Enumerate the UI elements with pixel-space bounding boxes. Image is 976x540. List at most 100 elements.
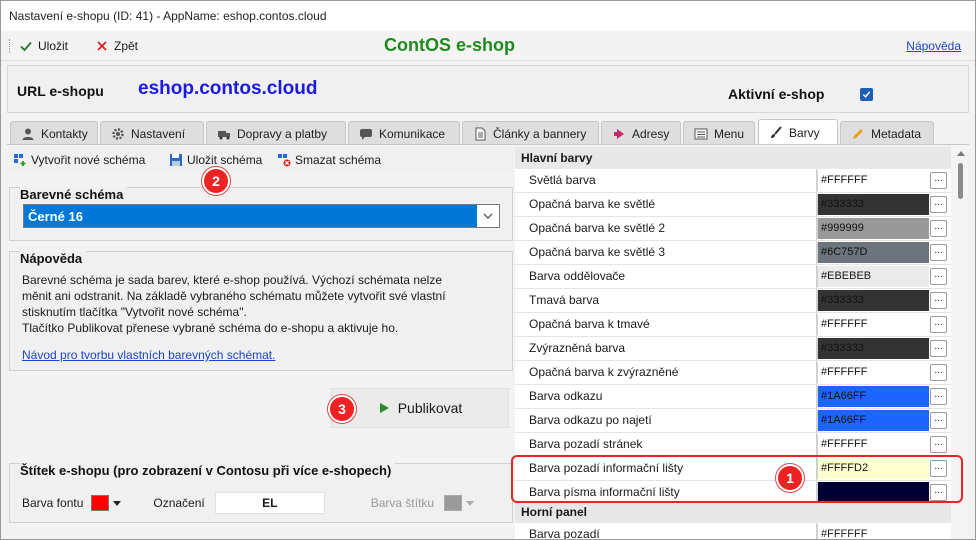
app-title: ContOS e-shop (384, 35, 515, 55)
save-scheme-button[interactable]: Uložit schéma (169, 152, 262, 168)
grid-row-value[interactable]: #333333 (817, 338, 929, 359)
publish-button[interactable]: Publikovat (331, 388, 509, 428)
tag-color-swatch (444, 495, 463, 511)
tab-adresy[interactable]: Adresy (601, 121, 681, 145)
grid-category-main: Hlavní barvy (515, 147, 951, 169)
grid-row-name: Barva odkazu (529, 389, 603, 403)
grid-row-value[interactable]: #6C757D (817, 242, 929, 263)
help-line: Tlačítko Publikovat přenese vybrané sché… (22, 321, 399, 335)
check-icon (862, 91, 871, 98)
arrow-icon (614, 128, 624, 139)
new-scheme-button[interactable]: Vytvořit nové schéma (13, 152, 145, 168)
grid-row[interactable]: Opačná barva ke světlé 3 #6C757D... (515, 241, 951, 265)
tab-dopravy[interactable]: Dopravy a platby (206, 121, 346, 145)
url-label: URL e-shopu (17, 83, 104, 99)
tag-color-label: Barva štítku (370, 496, 435, 510)
grid-row-value[interactable]: #1A66FF (817, 386, 929, 407)
tab-menu[interactable]: Menu (683, 121, 755, 145)
guide-link[interactable]: Návod pro tvorbu vlastních barevných sch… (22, 348, 275, 362)
grid-row[interactable]: Barva pozadí #FFFFFF (515, 523, 951, 539)
ellipsis-button[interactable]: ... (930, 268, 947, 285)
grid-row-value[interactable]: #FFFFFF (817, 524, 929, 539)
grid-row-name: Tmavá barva (529, 293, 600, 307)
person-icon (22, 128, 34, 140)
back-button[interactable]: Zpět (95, 37, 138, 55)
document-icon (475, 127, 486, 140)
scheme-select[interactable]: Černé 16 (23, 204, 500, 228)
settings-window: Nastavení e-shopu (ID: 41) - AppName: es… (0, 0, 976, 540)
ellipsis-button[interactable]: ... (930, 388, 947, 405)
tab-label: Komunikace (379, 126, 446, 141)
grid-row[interactable]: Opačná barva ke světlé #333333... (515, 193, 951, 217)
grid-row-value[interactable]: #1A66FF (817, 410, 929, 431)
delete-scheme-icon (278, 154, 291, 167)
tab-clanky[interactable]: Články a bannery (462, 121, 599, 145)
grid-row-value[interactable]: #FFFFFF (817, 314, 929, 335)
grid-row-value[interactable]: #FFFFFF (817, 362, 929, 383)
grid-row[interactable]: Barva oddělovače #EBEBEB... (515, 265, 951, 289)
grid-row-value[interactable]: #333333 (817, 290, 929, 311)
grid-row[interactable]: Opačná barva k zvýrazněné #FFFFFF... (515, 361, 951, 385)
ellipsis-button[interactable]: ... (930, 220, 947, 237)
font-color-picker[interactable] (91, 495, 122, 511)
tab-label: Články a bannery (493, 126, 587, 141)
grid-row-name: Opačná barva ke světlé (529, 197, 656, 211)
tab-nastaveni[interactable]: Nastavení (100, 121, 204, 145)
ellipsis-button[interactable]: ... (930, 364, 947, 381)
grid-row-name: Opačná barva k tmavé (529, 317, 650, 331)
designation-input[interactable]: EL (214, 492, 325, 514)
ellipsis-button[interactable]: ... (930, 340, 947, 357)
menu-icon (694, 128, 708, 139)
save-button[interactable]: Uložit (19, 37, 68, 55)
close-icon (97, 41, 107, 51)
ellipsis-button[interactable]: ... (930, 244, 947, 261)
help-line: měnit ani odstranit. Na základě vybranéh… (22, 289, 446, 303)
dropdown-arrow-icon (113, 500, 122, 506)
ellipsis-button[interactable]: ... (930, 316, 947, 333)
font-color-swatch (91, 495, 110, 511)
scroll-up-icon[interactable] (957, 151, 965, 156)
tab-komunikace[interactable]: Komunikace (348, 121, 460, 145)
ellipsis-button[interactable]: ... (930, 412, 947, 429)
ellipsis-button[interactable]: ... (930, 172, 947, 189)
grid-row[interactable]: Světlá barva #FFFFFF... (515, 169, 951, 193)
help-group: Nápověda Barevné schéma je sada barev, k… (9, 251, 513, 371)
grid-row-value[interactable]: #999999 (817, 218, 929, 239)
grid-row[interactable]: Opačná barva k tmavé #FFFFFF... (515, 313, 951, 337)
delete-scheme-button[interactable]: Smazat schéma (277, 152, 381, 168)
grid-row-value[interactable]: #FFFFFF (817, 434, 929, 455)
grid-row-name: Opačná barva ke světlé 2 (529, 221, 666, 235)
grid-row[interactable]: Zvýrazněná barva #333333... (515, 337, 951, 361)
grid-row-value[interactable]: #333333 (817, 194, 929, 215)
ellipsis-button[interactable]: ... (930, 196, 947, 213)
dropdown-button[interactable] (477, 205, 499, 227)
floppy-icon (170, 154, 182, 166)
tab-label: Barvy (789, 125, 820, 140)
help-link[interactable]: Nápověda (906, 39, 961, 53)
grid-row-value[interactable]: #FFFFFF (817, 170, 929, 191)
scroll-thumb[interactable] (958, 163, 963, 199)
grid-row[interactable]: Barva odkazu #1A66FF... (515, 385, 951, 409)
grid-row[interactable]: Opačná barva ke světlé 2 #999999... (515, 217, 951, 241)
label-title: Štítek e-shopu (pro zobrazení v Contosu … (20, 463, 396, 478)
grid-row-value[interactable]: #EBEBEB (817, 266, 929, 287)
tab-kontakty[interactable]: Kontakty (10, 121, 98, 145)
grid-row[interactable]: Barva pozadí stránek #FFFFFF... (515, 433, 951, 457)
tab-metadata[interactable]: Metadata (840, 121, 934, 145)
ellipsis-button[interactable]: ... (930, 292, 947, 309)
tab-barvy[interactable]: Barvy (758, 119, 838, 145)
grid-row[interactable]: Barva odkazu po najetí #1A66FF... (515, 409, 951, 433)
checkmark-icon (20, 41, 32, 52)
tag-color-picker[interactable] (444, 495, 475, 511)
ellipsis-button[interactable]: ... (930, 436, 947, 453)
grid-row[interactable]: Tmavá barva #333333... (515, 289, 951, 313)
toolbar-grip[interactable] (9, 39, 11, 53)
help-line: Barevné schéma je sada barev, které e-sh… (22, 273, 443, 287)
highlight-box (511, 455, 963, 503)
url-panel: URL e-shopu eshop.contos.cloud Aktivní e… (7, 65, 969, 113)
active-eshop-checkbox[interactable] (860, 88, 873, 101)
truck-icon (218, 130, 230, 139)
grid-row-name: Barva odkazu po najetí (529, 413, 652, 427)
tab-label: Kontakty (41, 126, 88, 141)
play-icon (379, 403, 389, 413)
